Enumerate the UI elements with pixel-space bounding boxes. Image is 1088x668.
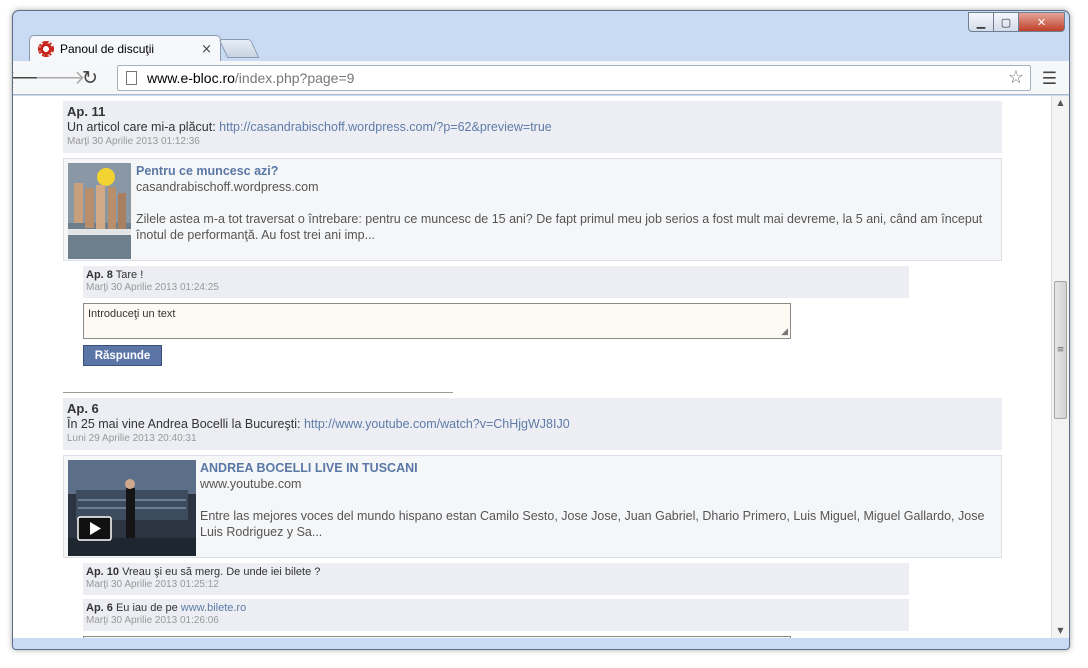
preview-thumbnail[interactable] (68, 163, 131, 259)
tab-title: Panoul de discuţii (60, 42, 155, 56)
post-text: Un articol care mi-a plăcut: http://casa… (67, 119, 998, 135)
reply-author: Ap. 6 (86, 602, 113, 614)
window-controls: ▁ ▢ ✕ (968, 12, 1065, 32)
reply: Ap. 8 Tare ! Marţi 30 Aprilie 2013 01:24… (83, 266, 909, 298)
post-divider (63, 392, 453, 393)
tab-close-icon[interactable]: × (201, 42, 212, 57)
maximize-button[interactable]: ▢ (994, 12, 1019, 32)
reply-date: Marţi 30 Aprilie 2013 01:26:06 (86, 615, 219, 626)
star-icon[interactable]: ☆ (1008, 67, 1024, 88)
page-icon (126, 71, 137, 85)
url-host: www.e-bloc.ro (147, 70, 235, 86)
preview-domain: www.youtube.com (200, 477, 302, 491)
close-window-button[interactable]: ✕ (1019, 12, 1065, 32)
post-body: Un articol care mi-a plăcut: (67, 120, 220, 134)
reply-link[interactable]: www.bilete.ro (181, 602, 246, 614)
link-preview[interactable]: Pentru ce muncesc azi? casandrabischoff.… (63, 158, 1002, 261)
reply-text: Ap. 10 Vreau şi eu să merg. De unde iei … (86, 565, 906, 579)
post-link[interactable]: http://casandrabischoff.wordpress.com/?p… (219, 120, 552, 134)
menu-icon[interactable]: ☰ (1042, 69, 1057, 89)
preview-description: Zilele astea m-a tot traversat o întreba… (136, 212, 983, 242)
address-bar[interactable]: www.e-bloc.ro/index.php?page=9 ☆ (117, 65, 1031, 91)
scroll-up-icon[interactable]: ▲ (1052, 96, 1069, 110)
reply-body: Tare ! (112, 269, 144, 281)
reply-button[interactable]: Răspunde (83, 345, 162, 366)
reply-date: Marţi 30 Aprilie 2013 01:24:25 (86, 282, 219, 293)
reload-icon: ↻ (82, 66, 98, 89)
preview-title[interactable]: ANDREA BOCELLI LIVE IN TUSCANI (200, 460, 997, 476)
page-content: Ap. 11 Un articol care mi-a plăcut: http… (13, 96, 1051, 638)
reply-author: Ap. 8 (86, 269, 113, 281)
post-text: În 25 mai vine Andrea Bocelli la Bucureş… (67, 416, 998, 432)
reply-text: Ap. 6 Eu iau de pe www.bilete.ro (86, 601, 906, 615)
reply-body: Eu iau de pe (112, 602, 181, 614)
resize-handle-icon[interactable]: ◢ (781, 326, 788, 337)
reply-input[interactable] (83, 636, 791, 638)
post-date: Luni 29 Aprilie 2013 20:40:31 (67, 433, 197, 444)
scrollbar-thumb[interactable]: ≡ (1054, 281, 1067, 419)
preview-description: Entre las mejores voces del mundo hispan… (200, 509, 985, 539)
scroll-down-icon[interactable]: ▼ (1052, 624, 1069, 638)
post-body: În 25 mai vine Andrea Bocelli la Bucureş… (67, 417, 304, 431)
forward-button[interactable]: 🡒 (35, 65, 86, 91)
browser-window: ▁ ▢ ✕ Panoul de discuţii × 🡐 🡒 ↻ www.e-b… (12, 10, 1070, 650)
link-preview[interactable]: ANDREA BOCELLI LIVE IN TUSCANI www.youtu… (63, 455, 1002, 558)
reply-input-placeholder: Introduceţi un text (88, 308, 176, 320)
url-path: /index.php?page=9 (234, 70, 355, 86)
reload-button[interactable]: ↻ (77, 65, 103, 91)
reply-input[interactable]: Introduceţi un text ◢ (83, 303, 791, 339)
reply-text: Ap. 8 Tare ! (86, 268, 906, 282)
post-date: Marţi 30 Aprilie 2013 01:12:36 (67, 136, 200, 147)
reply-date: Marţi 30 Aprilie 2013 01:25:12 (86, 579, 219, 590)
vertical-scrollbar[interactable]: ▲ ≡ ▼ (1051, 96, 1069, 638)
reply: Ap. 6 Eu iau de pe www.bilete.ro Marţi 3… (83, 599, 909, 631)
post: Ap. 6 În 25 mai vine Andrea Bocelli la B… (63, 398, 1002, 450)
video-thumbnail[interactable] (68, 460, 196, 556)
preview-domain: casandrabischoff.wordpress.com (136, 180, 319, 194)
post-link[interactable]: http://www.youtube.com/watch?v=ChHjgWJ8I… (304, 417, 570, 431)
post: Ap. 11 Un articol care mi-a plăcut: http… (63, 101, 1002, 153)
browser-toolbar: 🡐 🡒 ↻ www.e-bloc.ro/index.php?page=9 ☆ ☰ (13, 61, 1069, 95)
reply-body: Vreau şi eu să merg. De unde iei bilete … (119, 566, 321, 578)
post-author: Ap. 6 (67, 401, 99, 416)
post-author: Ap. 11 (67, 104, 106, 119)
browser-tab[interactable]: Panoul de discuţii × (29, 35, 221, 62)
minimize-button[interactable]: ▁ (968, 12, 994, 32)
site-favicon-icon (38, 41, 54, 57)
reply-author: Ap. 10 (86, 566, 120, 578)
reply: Ap. 10 Vreau şi eu să merg. De unde iei … (83, 563, 909, 595)
preview-title[interactable]: Pentru ce muncesc azi? (136, 163, 997, 179)
new-tab-button[interactable] (218, 39, 260, 58)
